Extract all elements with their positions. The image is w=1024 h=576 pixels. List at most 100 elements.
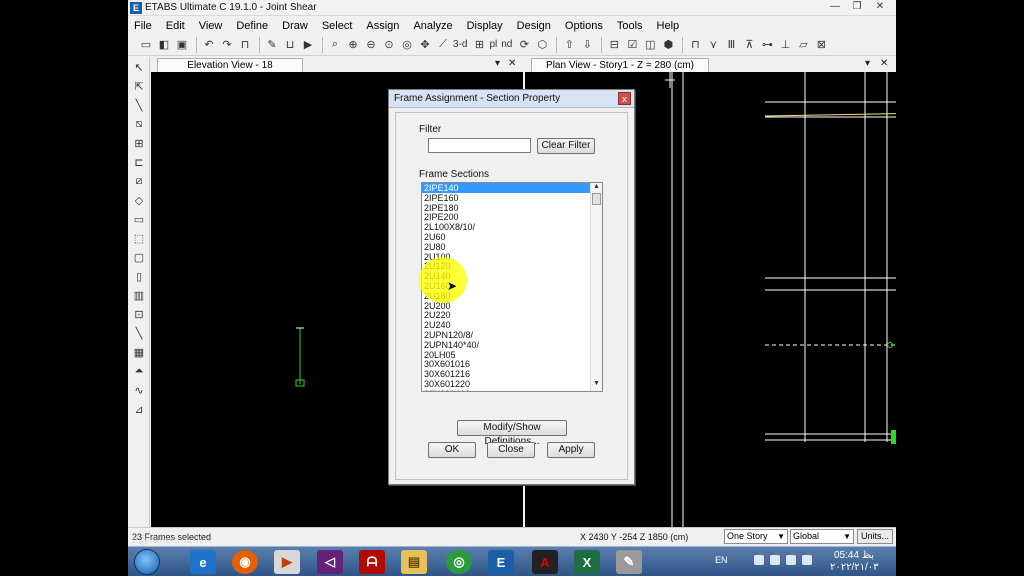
clock-date[interactable]: ٢٠٢٢/٢١/٠٣	[830, 562, 879, 573]
section-list-item[interactable]: 2U220	[422, 310, 602, 320]
draw-wall-tool-icon[interactable]: ⬚	[131, 230, 147, 246]
plan-view-button[interactable]: pl	[489, 39, 497, 50]
close-window-button[interactable]: ✕	[869, 1, 891, 13]
menu-assign[interactable]: Assign	[366, 20, 399, 32]
draw-support-icon[interactable]: ⊥	[777, 37, 793, 53]
menu-select[interactable]: Select	[322, 20, 353, 32]
zoom-in-icon[interactable]: ⊕	[345, 37, 361, 53]
zoom-out-icon[interactable]: ⊖	[363, 37, 379, 53]
autocad-icon[interactable]: A	[532, 550, 558, 574]
unlock-icon[interactable]: ⊔	[282, 37, 298, 53]
section-list-item[interactable]: 2UPN140*40/	[422, 340, 602, 350]
internet-explorer-icon[interactable]: e	[190, 550, 216, 574]
tab-plan-view[interactable]: Plan View - Story1 - Z = 280 (cm)	[531, 58, 709, 72]
section-list-item[interactable]: 30X601416	[422, 389, 602, 391]
section-list-item[interactable]: 2L100X8/10/	[422, 222, 602, 232]
move-down-icon[interactable]: ⇩	[579, 37, 595, 53]
story-dropdown[interactable]: One Story ▼	[724, 529, 788, 544]
quick-draw-frame-icon[interactable]: ⊞	[131, 135, 147, 151]
close-button[interactable]: Close	[487, 442, 535, 458]
beam-line[interactable]	[764, 112, 896, 117]
section-list-item[interactable]: 20LH05	[422, 350, 602, 360]
section-list-item[interactable]: 2IPE160	[422, 193, 602, 203]
plan-pane-close[interactable]: ✕	[880, 58, 888, 69]
start-button[interactable]	[134, 549, 160, 575]
section-list-item[interactable]: 2U80	[422, 242, 602, 252]
section-list-item[interactable]: 2UPN120/8/	[422, 330, 602, 340]
media-player-icon[interactable]: ▶	[274, 550, 300, 574]
coordinate-system-dropdown[interactable]: Global ▼	[790, 529, 854, 544]
menu-file[interactable]: File	[134, 20, 152, 32]
dialog-close-icon[interactable]: x	[618, 92, 631, 105]
section-list-item[interactable]: 2IPE140	[422, 183, 602, 193]
draw-beam-icon[interactable]: ⊓	[687, 37, 703, 53]
plan-pane-dropdown[interactable]: ▾	[865, 58, 870, 69]
elevation-view-button[interactable]: nd	[501, 39, 512, 50]
draw-section-cut-icon[interactable]: ⊡	[131, 306, 147, 322]
clear-filter-button[interactable]: Clear Filter	[537, 138, 595, 154]
draw-dimension-icon[interactable]: ╲	[131, 325, 147, 341]
pencil-icon[interactable]: ✎	[264, 37, 280, 53]
scroll-down-icon[interactable]: ▼	[591, 380, 602, 390]
perspective-icon[interactable]: ⬡	[534, 37, 550, 53]
draw-link-icon[interactable]: ⊶	[759, 37, 775, 53]
draw-brace-icon[interactable]: ⋎	[705, 37, 721, 53]
menu-options[interactable]: Options	[565, 20, 603, 32]
section-list-item[interactable]: 2IPE180	[422, 203, 602, 213]
excel-icon[interactable]: X	[574, 550, 600, 574]
menu-edit[interactable]: Edit	[166, 20, 185, 32]
pan-icon[interactable]: ✥	[417, 37, 433, 53]
move-up-icon[interactable]: ⇧	[561, 37, 577, 53]
scroll-up-icon[interactable]: ▲	[591, 183, 602, 193]
section-list-item[interactable]: 2U120	[422, 261, 602, 271]
zoom-restore-icon[interactable]: ◎	[399, 37, 415, 53]
section-list-item[interactable]: 2U240	[422, 320, 602, 330]
draw-rectangle-area-icon[interactable]: ◇	[131, 192, 147, 208]
language-indicator[interactable]: EN	[715, 555, 728, 565]
firefox-icon[interactable]: ◉	[232, 550, 258, 574]
selected-joint-bottom[interactable]	[891, 430, 896, 444]
draw-column-tool-icon[interactable]: ▯	[131, 268, 147, 284]
draw-brace-tool-icon[interactable]: ⧄	[131, 173, 147, 189]
section-list-item[interactable]: 30X601220	[422, 379, 602, 389]
draw-grid-icon[interactable]: ▦	[131, 344, 147, 360]
menu-tools[interactable]: Tools	[617, 20, 643, 32]
draw-beam-tool-icon[interactable]: ⊏	[131, 154, 147, 170]
menu-design[interactable]: Design	[517, 20, 551, 32]
draw-line-icon[interactable]: ╲	[131, 97, 147, 113]
section-list-item[interactable]: 30X601216	[422, 369, 602, 379]
zoom-previous-icon[interactable]: ⊙	[381, 37, 397, 53]
display-options-icon[interactable]: ◫	[642, 37, 658, 53]
file-explorer-icon[interactable]: ▤	[401, 550, 427, 574]
draw-wall-icon[interactable]: ⊼	[741, 37, 757, 53]
elevation-pane-dropdown[interactable]: ▾	[495, 58, 500, 69]
menu-display[interactable]: Display	[467, 20, 503, 32]
plan-view-icon[interactable]: ⊞	[471, 37, 487, 53]
draw-reference-icon[interactable]: ⊿	[131, 401, 147, 417]
draw-slab-icon[interactable]: ▥	[131, 287, 147, 303]
draw-area-icon[interactable]: ▱	[795, 37, 811, 53]
reshape-icon[interactable]: ⇱	[131, 78, 147, 94]
draw-curve-icon[interactable]: ∿	[131, 382, 147, 398]
minimize-button[interactable]: —	[824, 1, 846, 13]
zoom-window-icon[interactable]: ⌕	[327, 37, 343, 53]
scroll-thumb[interactable]	[592, 193, 601, 205]
section-list-item[interactable]: 2U200	[422, 301, 602, 311]
grid-select-icon[interactable]: ⊟	[606, 37, 622, 53]
filter-input[interactable]	[428, 138, 531, 153]
check-icon[interactable]: ☑	[624, 37, 640, 53]
menu-analyze[interactable]: Analyze	[413, 20, 452, 32]
menu-define[interactable]: Define	[236, 20, 268, 32]
section-list-item[interactable]: 2IPE200	[422, 212, 602, 222]
menu-view[interactable]: View	[199, 20, 223, 32]
visual-studio-icon[interactable]: ◁	[317, 550, 343, 574]
ok-button[interactable]: OK	[428, 442, 476, 458]
power-tray-icon[interactable]	[802, 555, 812, 565]
clock-time[interactable]: 05:44 بظ	[834, 550, 874, 561]
lock-icon[interactable]: ⊓	[237, 37, 253, 53]
tab-elevation-view[interactable]: Elevation View - 18	[157, 58, 303, 72]
draw-column-icon[interactable]: Ⅲ	[723, 37, 739, 53]
apply-button[interactable]: Apply	[547, 442, 595, 458]
open-icon[interactable]: ◧	[156, 37, 172, 53]
section-list-item[interactable]: 2U60	[422, 232, 602, 242]
